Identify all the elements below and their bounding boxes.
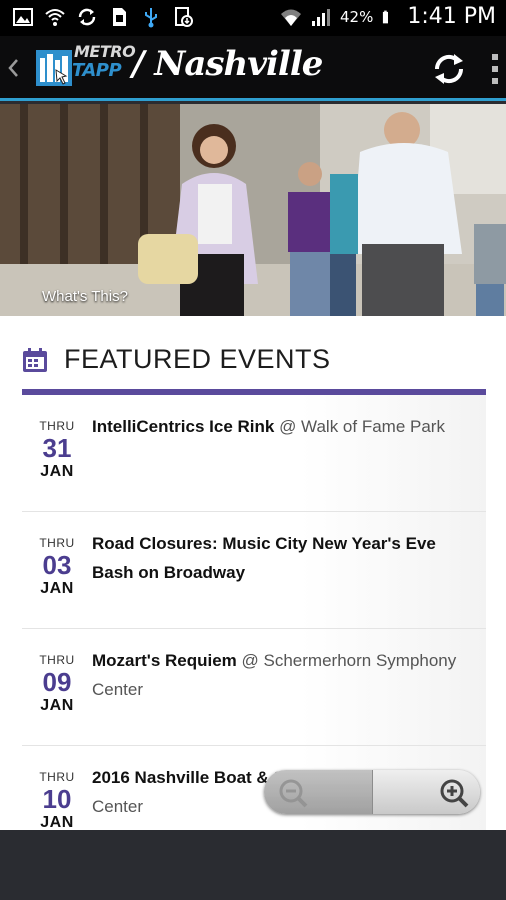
calendar-icon: [23, 347, 47, 372]
date-day: 31: [42, 433, 72, 463]
battery-percent: 42%: [340, 7, 374, 26]
content-area: FEATURED EVENTS THRU 31 JAN IntelliCentr…: [0, 316, 506, 830]
event-date: THRU 09 JAN: [22, 653, 92, 715]
date-month: JAN: [40, 463, 74, 480]
date-month: JAN: [40, 814, 74, 830]
date-month: JAN: [40, 697, 74, 714]
hero-banner[interactable]: [0, 104, 506, 316]
event-item[interactable]: THRU 09 JAN Mozart's Requiem @ Schermerh…: [22, 629, 486, 746]
status-bar: 42% 1:41 PM: [0, 0, 506, 36]
event-title: Mozart's Requiem: [92, 651, 237, 670]
event-text: IntelliCentrics Ice Rink @ Walk of Fame …: [92, 412, 472, 441]
refresh-icon[interactable]: [430, 50, 468, 88]
zoom-in-icon: [440, 779, 469, 808]
download-icon: [175, 7, 193, 27]
action-bar: METRO TAPP / Nashville: [0, 36, 506, 101]
date-prefix: THRU: [39, 419, 75, 433]
back-chevron-icon[interactable]: [6, 56, 20, 80]
logo-line1: METRO: [74, 42, 136, 61]
date-day: 09: [42, 667, 72, 697]
date-month: JAN: [40, 580, 74, 597]
metrotapp-logo-icon: [36, 50, 72, 86]
event-text: Mozart's Requiem @ Schermerhorn Symphony…: [92, 646, 472, 704]
event-date: THRU 10 JAN: [22, 770, 92, 830]
date-day: 10: [42, 784, 72, 814]
event-item[interactable]: THRU 31 JAN IntelliCentrics Ice Rink @ W…: [22, 395, 486, 512]
date-day: 03: [42, 550, 72, 580]
zoom-in-button[interactable]: [372, 770, 480, 814]
image-icon: [13, 8, 33, 26]
city-title: / Nashville: [132, 44, 323, 84]
navigation-bar: [0, 830, 506, 900]
battery-icon: [383, 10, 389, 23]
date-prefix: THRU: [39, 770, 75, 784]
clock: 1:41 PM: [407, 4, 496, 29]
featured-events-header: FEATURED EVENTS: [22, 344, 331, 375]
zoom-control: [264, 770, 480, 814]
zoom-out-button[interactable]: [264, 770, 372, 814]
logo-line2: TAPP: [72, 60, 122, 81]
event-date: THRU 31 JAN: [22, 419, 92, 481]
sim-icon: [113, 8, 126, 26]
overflow-menu-icon[interactable]: [490, 52, 500, 86]
wifi-icon: [281, 9, 301, 26]
wifi-hotspot-icon: [45, 9, 65, 26]
events-list: THRU 31 JAN IntelliCentrics Ice Rink @ W…: [22, 395, 486, 830]
hero-photo: [0, 104, 506, 316]
whats-this-link[interactable]: What's This?: [42, 288, 128, 305]
event-title: Road Closures: Music City New Year's Eve…: [92, 534, 436, 582]
zoom-out-icon: [279, 779, 308, 808]
event-text: Road Closures: Music City New Year's Eve…: [92, 529, 472, 587]
signal-icon: [312, 8, 330, 26]
event-title: IntelliCentrics Ice Rink: [92, 417, 275, 436]
usb-icon: [145, 8, 157, 28]
event-item[interactable]: THRU 03 JAN Road Closures: Music City Ne…: [22, 512, 486, 629]
date-prefix: THRU: [39, 536, 75, 550]
app-logo[interactable]: METRO TAPP: [36, 42, 136, 90]
section-title: FEATURED EVENTS: [64, 344, 331, 374]
event-venue: @ Walk of Fame Park: [279, 417, 445, 436]
event-date: THRU 03 JAN: [22, 536, 92, 598]
sync-icon: [78, 8, 96, 26]
date-prefix: THRU: [39, 653, 75, 667]
